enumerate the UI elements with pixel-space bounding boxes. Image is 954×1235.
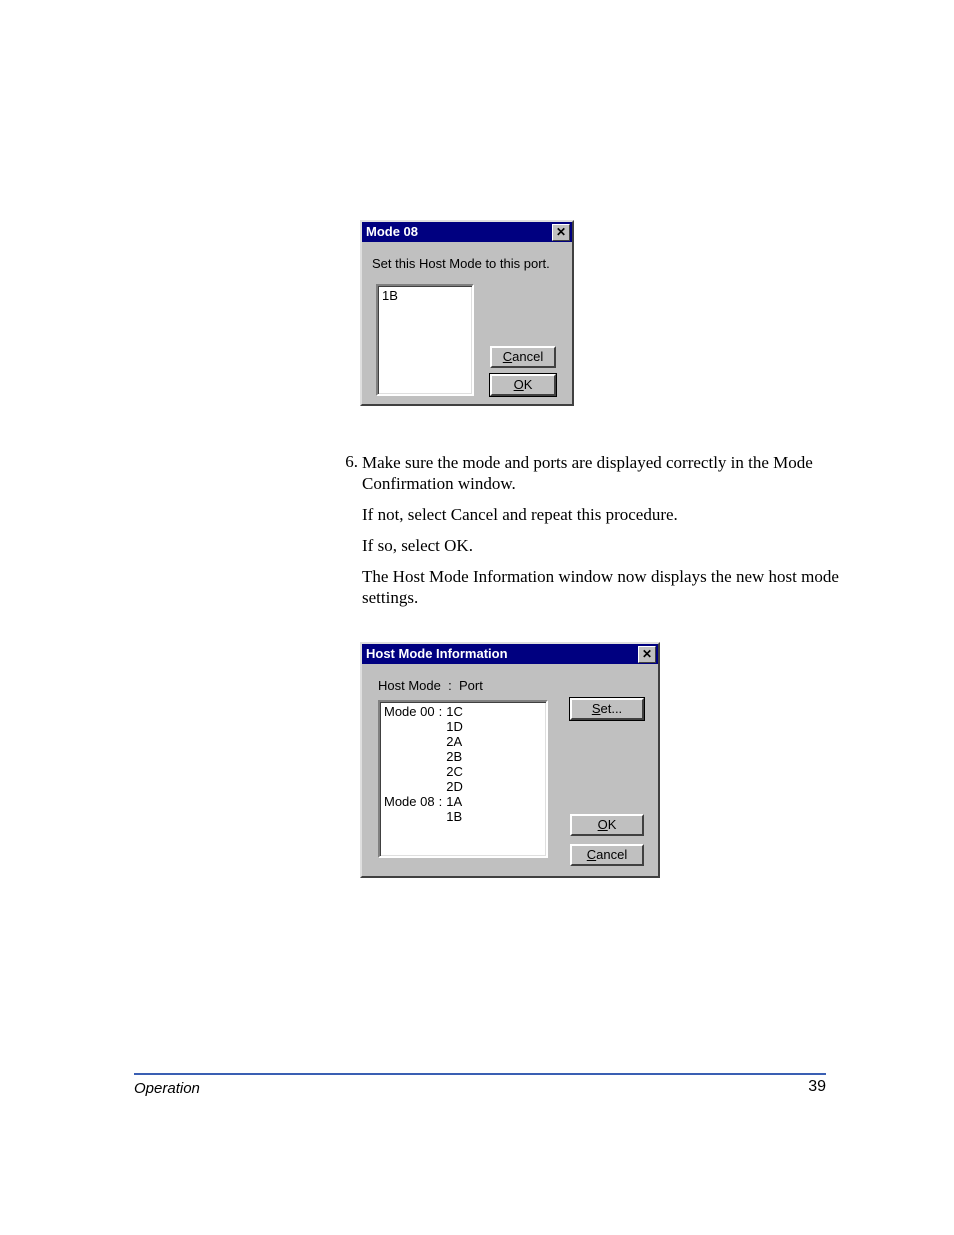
port-cell: 2B	[446, 749, 467, 764]
separator-cell	[439, 809, 447, 824]
table-row[interactable]: 2B	[384, 749, 467, 764]
mode-confirmation-dialog: Mode 08 ✕ Set this Host Mode to this por…	[360, 220, 574, 406]
dialog-title: Mode 08	[366, 222, 418, 242]
dialog-message: Set this Host Mode to this port.	[372, 256, 562, 271]
mode-cell	[384, 734, 439, 749]
host-mode-listbox[interactable]: Mode 00:1C1D2A2B2C2DMode 08:1A1B	[378, 700, 548, 858]
port-cell: 2A	[446, 734, 467, 749]
table-row[interactable]: 2C	[384, 764, 467, 779]
cancel-button[interactable]: Cancel	[490, 346, 556, 368]
set-button[interactable]: Set...	[570, 698, 644, 720]
list-item[interactable]: 1B	[382, 288, 468, 303]
close-icon[interactable]: ✕	[638, 646, 656, 663]
host-mode-information-dialog: Host Mode Information ✕ Host Mode : Port…	[360, 642, 660, 878]
table-row[interactable]: 1D	[384, 719, 467, 734]
port-listbox[interactable]: 1B	[376, 284, 474, 396]
table-row[interactable]: Mode 08:1A	[384, 794, 467, 809]
body-text: If so, select OK.	[362, 535, 842, 556]
separator-cell	[439, 779, 447, 794]
port-cell: 1B	[446, 809, 467, 824]
table-row[interactable]: 2D	[384, 779, 467, 794]
dialog-titlebar[interactable]: Host Mode Information ✕	[362, 644, 658, 664]
footer-rule	[134, 1073, 826, 1075]
table-row[interactable]: 2A	[384, 734, 467, 749]
mode-cell	[384, 764, 439, 779]
dialog-title: Host Mode Information	[366, 644, 508, 664]
port-cell: 1C	[446, 704, 467, 719]
separator-cell: :	[439, 704, 447, 719]
step-text: Make sure the mode and ports are display…	[362, 452, 842, 495]
port-cell: 1A	[446, 794, 467, 809]
list-header: Host Mode : Port	[378, 678, 648, 693]
ok-button[interactable]: OK	[570, 814, 644, 836]
body-text: If not, select Cancel and repeat this pr…	[362, 504, 842, 525]
body-text: The Host Mode Information window now dis…	[362, 566, 842, 609]
mode-cell	[384, 779, 439, 794]
mode-cell: Mode 08	[384, 794, 439, 809]
separator-cell	[439, 749, 447, 764]
port-cell: 2C	[446, 764, 467, 779]
close-icon[interactable]: ✕	[552, 224, 570, 241]
mode-cell	[384, 749, 439, 764]
separator-cell	[439, 734, 447, 749]
cancel-button[interactable]: Cancel	[570, 844, 644, 866]
mode-cell: Mode 00	[384, 704, 439, 719]
mode-cell	[384, 719, 439, 734]
table-row[interactable]: 1B	[384, 809, 467, 824]
port-cell: 1D	[446, 719, 467, 734]
footer-section-title: Operation	[134, 1080, 200, 1097]
step-number: 6.	[332, 452, 358, 472]
table-row[interactable]: Mode 00:1C	[384, 704, 467, 719]
separator-cell	[439, 764, 447, 779]
separator-cell	[439, 719, 447, 734]
port-cell: 2D	[446, 779, 467, 794]
ok-button[interactable]: OK	[490, 374, 556, 396]
dialog-titlebar[interactable]: Mode 08 ✕	[362, 222, 572, 242]
page-number: 39	[808, 1078, 826, 1096]
mode-cell	[384, 809, 439, 824]
separator-cell: :	[439, 794, 447, 809]
